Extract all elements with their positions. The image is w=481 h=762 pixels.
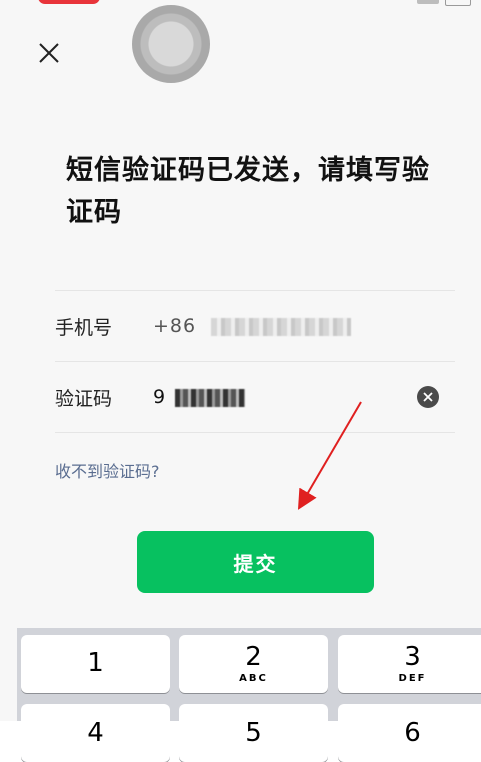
arrow-line: [297, 401, 362, 510]
key-number: 2: [245, 642, 262, 672]
key-3[interactable]: 3 DEF: [338, 635, 481, 693]
annotation-arrow: [297, 401, 362, 510]
submit-button[interactable]: 提交: [137, 531, 374, 593]
key-number: 3: [404, 642, 421, 672]
key-4[interactable]: 4: [21, 704, 170, 762]
key-number: 1: [87, 647, 104, 678]
verification-page: 短信验证码已发送，请填写验证码 手机号 +86 验证码 9 收不到验证码? 提交…: [0, 0, 481, 762]
key-number: 5: [245, 718, 262, 748]
key-5[interactable]: 5: [179, 704, 328, 762]
key-number: 4: [87, 718, 104, 748]
key-letters: DEF: [398, 673, 427, 684]
key-number: 6: [404, 718, 421, 748]
numeric-keypad: 1 2 ABC 3 DEF 4 5 6: [17, 628, 481, 762]
key-6[interactable]: 6: [338, 704, 481, 762]
key-2[interactable]: 2 ABC: [179, 635, 328, 693]
key-1[interactable]: 1: [21, 635, 170, 693]
key-letters: ABC: [239, 673, 268, 684]
